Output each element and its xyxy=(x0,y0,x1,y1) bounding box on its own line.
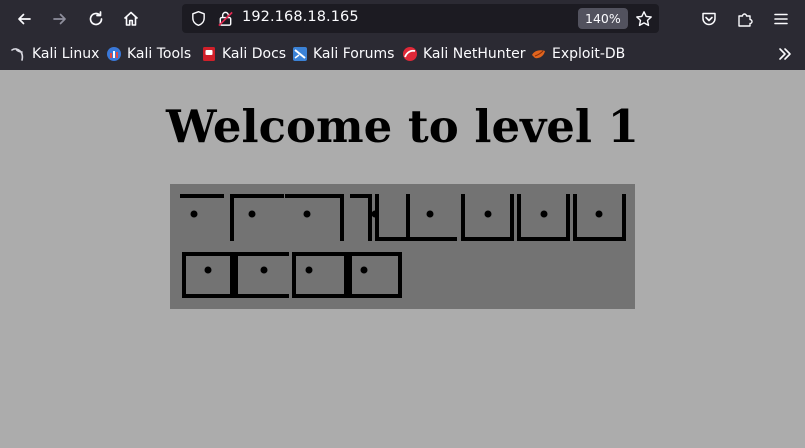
cipher-glyphs xyxy=(180,194,626,298)
menu-button[interactable] xyxy=(769,7,793,31)
browser-toolbar: 192.168.18.165 140% xyxy=(0,0,805,38)
bookmark-kali-linux[interactable]: Kali Linux xyxy=(11,44,99,64)
reload-icon xyxy=(89,11,103,26)
kali-forums-icon xyxy=(293,47,307,61)
bookmark-kali-nethunter[interactable]: Kali NetHunter xyxy=(402,44,525,64)
home-button[interactable] xyxy=(119,7,143,31)
kali-tools-icon xyxy=(107,47,121,61)
exploit-db-icon xyxy=(532,50,545,59)
arrow-right-icon xyxy=(53,13,66,25)
chevrons-right-icon xyxy=(779,48,791,60)
bookmark-label: Kali Tools xyxy=(127,46,192,62)
kali-docs-icon xyxy=(203,47,215,61)
bookmark-kali-forums[interactable]: Kali Forums xyxy=(292,44,394,64)
extensions-button[interactable] xyxy=(733,7,757,31)
bookmark-label: Kali NetHunter xyxy=(423,46,526,62)
url-text[interactable]: 192.168.18.165 xyxy=(242,9,359,25)
bookmark-label: Kali Forums xyxy=(313,46,395,62)
insecure-lock-icon[interactable] xyxy=(217,10,234,27)
back-button[interactable] xyxy=(12,7,36,31)
hamburger-menu-icon xyxy=(774,13,788,25)
bookmark-kali-docs[interactable]: Kali Docs xyxy=(201,44,286,64)
reload-button[interactable] xyxy=(84,7,108,31)
page-heading: Welcome to level 1 xyxy=(166,100,639,153)
bookmark-label: Kali Linux xyxy=(32,46,100,62)
page-content: Welcome to level 1 xyxy=(0,70,805,448)
bookmarks-toolbar: Kali Linux Kali Tools Kali Docs Kali For… xyxy=(0,38,805,70)
more-bookmarks-button[interactable] xyxy=(773,42,797,66)
pigpen-cipher-image xyxy=(170,184,635,309)
shield-icon[interactable] xyxy=(190,10,207,27)
star-bookmark-icon[interactable] xyxy=(635,10,653,28)
url-bar[interactable]: 192.168.18.165 140% xyxy=(182,4,659,33)
home-icon xyxy=(123,11,139,26)
bookmark-exploit-db[interactable]: Exploit-DB xyxy=(531,44,625,64)
forward-button[interactable] xyxy=(48,7,72,31)
pocket-icon xyxy=(702,12,716,26)
zoom-level-button[interactable]: 140% xyxy=(578,8,628,29)
kali-nethunter-icon xyxy=(403,47,417,61)
arrow-left-icon xyxy=(18,13,31,25)
kali-dragon-icon xyxy=(11,48,24,61)
bookmark-label: Exploit-DB xyxy=(552,46,626,62)
bookmark-label: Kali Docs xyxy=(222,46,287,62)
puzzle-piece-icon xyxy=(738,13,753,27)
bookmark-kali-tools[interactable]: Kali Tools xyxy=(106,44,191,64)
pocket-button[interactable] xyxy=(697,7,721,31)
